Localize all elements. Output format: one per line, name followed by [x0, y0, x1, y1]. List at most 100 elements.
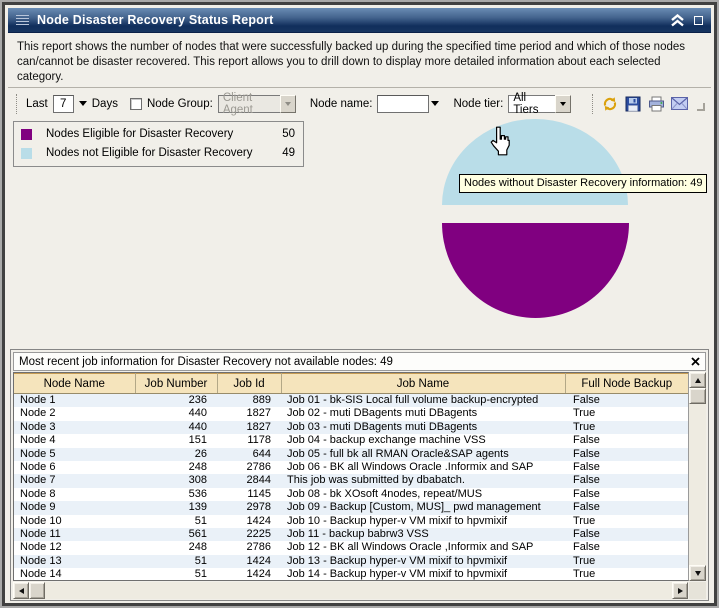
cell-full-node-backup: True [565, 407, 688, 420]
cell-full-node-backup: False [565, 474, 688, 487]
cell-job-name: This job was submitted by dbabatch. [281, 474, 565, 487]
page-title: Node Disaster Recovery Status Report [37, 13, 273, 27]
cell-job-id: 1178 [217, 434, 281, 447]
node-group-select: Client Agent [218, 95, 296, 113]
cell-job-number: 248 [135, 541, 217, 554]
cell-node-name: Node 11 [14, 528, 135, 541]
table-body: Node 1236889Job 01 - bk-SIS Local full v… [14, 394, 688, 582]
table-row[interactable]: Node 73082844This job was submitted by d… [14, 474, 688, 487]
toolbar-handle [16, 94, 19, 114]
vertical-scrollbar[interactable] [689, 372, 706, 581]
cell-node-name: Node 14 [14, 568, 135, 581]
column-header[interactable]: Job Id [217, 374, 281, 394]
table-row[interactable]: Node 34401827Job 03 - muti DBagents muti… [14, 421, 688, 434]
cell-job-number: 236 [135, 394, 217, 408]
cell-node-name: Node 9 [14, 501, 135, 514]
email-icon[interactable] [670, 95, 688, 113]
cell-job-name: Job 12 - BK all Windows Oracle ,Informix… [281, 541, 565, 554]
node-name-input[interactable] [377, 95, 429, 113]
panel-header: Most recent job information for Disaster… [13, 352, 706, 371]
cell-job-number: 151 [135, 434, 217, 447]
cell-job-id: 1424 [217, 568, 281, 581]
pie-chart [435, 110, 645, 322]
window-frame: Node Disaster Recovery Status Report Thi… [2, 2, 717, 606]
cell-job-id: 1424 [217, 515, 281, 528]
vertical-scroll-thumb[interactable] [689, 388, 706, 404]
cell-full-node-backup: True [565, 555, 688, 568]
legend-swatch-icon [21, 148, 32, 159]
cell-job-number: 248 [135, 461, 217, 474]
cell-job-name: Job 10 - Backup hyper-v VM mixif to hpvm… [281, 515, 565, 528]
table-row[interactable]: Node 91392978Job 09 - Backup [Custom, MU… [14, 501, 688, 514]
cell-node-name: Node 13 [14, 555, 135, 568]
table-row[interactable]: Node 62482786Job 06 - BK all Windows Ora… [14, 461, 688, 474]
cell-full-node-backup: True [565, 515, 688, 528]
table-row[interactable]: Node 14511424Job 14 - Backup hyper-v VM … [14, 568, 688, 581]
close-icon[interactable] [689, 355, 702, 368]
pie-tooltip: Nodes without Disaster Recovery informat… [459, 174, 707, 193]
node-name-dropdown-arrow-icon[interactable] [431, 101, 439, 106]
legend-value: 49 [275, 147, 295, 159]
cell-job-id: 2786 [217, 461, 281, 474]
cell-node-name: Node 8 [14, 488, 135, 501]
restore-icon[interactable] [694, 16, 703, 25]
cell-job-number: 139 [135, 501, 217, 514]
days-count-select[interactable]: 7 [53, 95, 74, 113]
cell-job-number: 308 [135, 474, 217, 487]
column-header[interactable]: Node Name [14, 374, 135, 394]
column-header[interactable]: Full Node Backup [565, 374, 688, 394]
scroll-right-button[interactable] [672, 582, 688, 599]
cell-job-id: 1827 [217, 407, 281, 420]
cell-node-name: Node 2 [14, 407, 135, 420]
table-row[interactable]: Node 24401827Job 02 - muti DBagents muti… [14, 407, 688, 420]
cell-full-node-backup: False [565, 434, 688, 447]
cell-node-name: Node 7 [14, 474, 135, 487]
table-row[interactable]: Node 13511424Job 13 - Backup hyper-v VM … [14, 555, 688, 568]
job-table: Node NameJob NumberJob IdJob NameFull No… [13, 372, 689, 581]
table-row[interactable]: Node 526644Job 05 - full bk all RMAN Ora… [14, 448, 688, 461]
scrollbar-corner [689, 582, 706, 599]
chart-legend: Nodes Eligible for Disaster Recovery50No… [13, 121, 304, 167]
legend-label: Nodes Eligible for Disaster Recovery [46, 128, 275, 140]
column-header[interactable]: Job Number [135, 374, 217, 394]
column-header[interactable]: Job Name [281, 374, 565, 394]
days-dropdown-arrow-icon[interactable] [79, 101, 87, 106]
cell-full-node-backup: False [565, 528, 688, 541]
table-row[interactable]: Node 10511424Job 10 - Backup hyper-v VM … [14, 515, 688, 528]
pie-slice-eligible[interactable] [442, 223, 629, 318]
scroll-left-button[interactable] [13, 582, 29, 599]
horizontal-scrollbar[interactable] [13, 582, 688, 599]
table-row[interactable]: Node 1236889Job 01 - bk-SIS Local full v… [14, 394, 688, 408]
cell-job-number: 536 [135, 488, 217, 501]
table-row[interactable]: Node 122482786Job 12 - BK all Windows Or… [14, 541, 688, 554]
horizontal-scroll-thumb[interactable] [29, 582, 45, 599]
cell-job-name: Job 01 - bk-SIS Local full volume backup… [281, 394, 565, 408]
cell-full-node-backup: False [565, 488, 688, 501]
legend-item[interactable]: Nodes not Eligible for Disaster Recovery… [21, 147, 295, 159]
title-bar: Node Disaster Recovery Status Report [8, 8, 711, 33]
cell-job-name: Job 11 - backup babrw3 VSS [281, 528, 565, 541]
print-icon[interactable] [647, 95, 665, 113]
cell-job-id: 2786 [217, 541, 281, 554]
collapse-icon[interactable] [670, 14, 685, 27]
cell-job-id: 1145 [217, 488, 281, 501]
scroll-up-button[interactable] [689, 372, 706, 388]
cell-job-name: Job 13 - Backup hyper-v VM mixif to hpvm… [281, 555, 565, 568]
node-group-dropdown-button [280, 95, 296, 113]
legend-item[interactable]: Nodes Eligible for Disaster Recovery50 [21, 128, 295, 140]
last-label: Last [26, 98, 48, 110]
table-row[interactable]: Node 115612225Job 11 - backup babrw3 VSS… [14, 528, 688, 541]
table-row[interactable]: Node 41511178Job 04 - backup exchange ma… [14, 434, 688, 447]
chart-area: Nodes Eligible for Disaster Recovery50No… [8, 119, 711, 345]
cell-full-node-backup: False [565, 448, 688, 461]
scroll-down-button[interactable] [689, 565, 706, 581]
node-group-checkbox[interactable] [130, 98, 142, 110]
cell-full-node-backup: False [565, 461, 688, 474]
table-header-row: Node NameJob NumberJob IdJob NameFull No… [14, 374, 688, 394]
node-group-label: Node Group: [147, 98, 213, 110]
cell-full-node-backup: True [565, 421, 688, 434]
table-row[interactable]: Node 85361145Job 08 - bk XOsoft 4nodes, … [14, 488, 688, 501]
report-window: Node Disaster Recovery Status Report Thi… [0, 0, 719, 608]
legend-value: 50 [275, 128, 295, 140]
cell-node-name: Node 6 [14, 461, 135, 474]
